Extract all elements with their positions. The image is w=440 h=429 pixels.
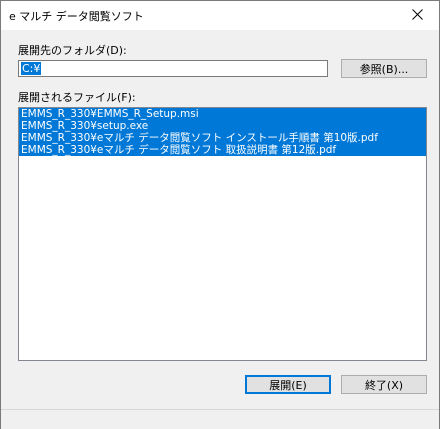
exit-button[interactable]: 終了(X): [341, 375, 427, 394]
browse-button[interactable]: 参照(B)...: [341, 59, 427, 78]
list-item[interactable]: EMMS_R_330¥setup.exe: [19, 120, 426, 132]
file-listbox[interactable]: EMMS_R_330¥EMMS_R_Setup.msi EMMS_R_330¥s…: [18, 107, 427, 361]
list-item[interactable]: EMMS_R_330¥EMMS_R_Setup.msi: [19, 108, 426, 120]
close-button[interactable]: [395, 1, 439, 30]
list-item[interactable]: EMMS_R_330¥eマルチ データ閲覧ソフト インストール手順書 第10版.…: [19, 132, 426, 144]
dialog-window: e マルチ データ閲覧ソフト 展開先のフォルダ(D): C:¥ 参照(B)...…: [0, 0, 440, 429]
close-icon: [411, 8, 423, 23]
status-bar: [1, 409, 439, 429]
extract-button[interactable]: 展開(E): [245, 375, 331, 394]
list-item[interactable]: EMMS_R_330¥eマルチ データ閲覧ソフト 取扱説明書 第12版.pdf: [19, 144, 426, 156]
files-label: 展開されるファイル(F):: [18, 91, 136, 104]
folder-label: 展開先のフォルダ(D):: [18, 44, 127, 57]
title-bar: e マルチ データ閲覧ソフト: [1, 1, 439, 30]
window-title: e マルチ データ閲覧ソフト: [9, 10, 144, 23]
folder-input-value: C:¥: [21, 62, 42, 75]
folder-input[interactable]: C:¥: [18, 60, 328, 77]
